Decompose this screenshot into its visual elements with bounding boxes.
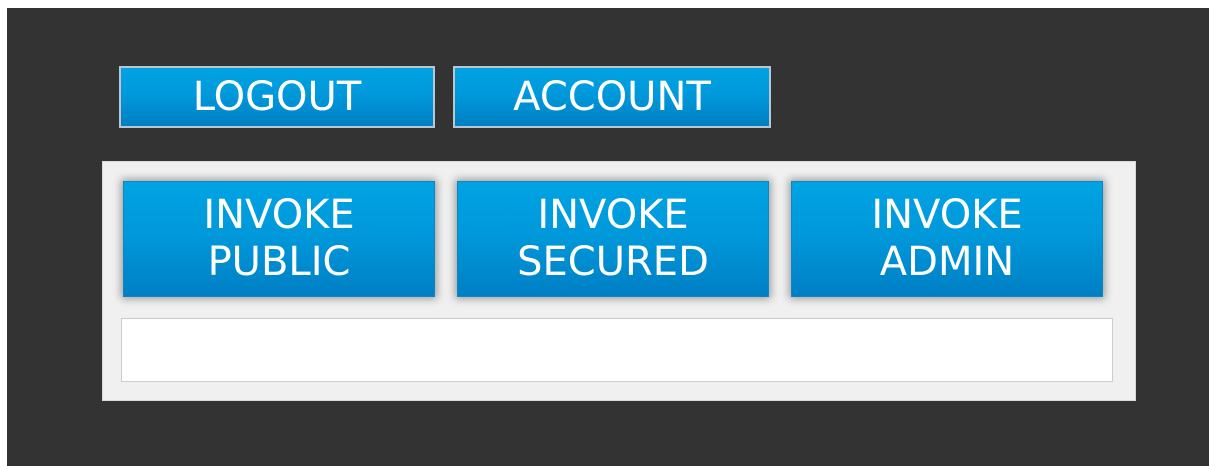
invoke-admin-line2: ADMIN <box>879 239 1015 285</box>
account-button[interactable]: ACCOUNT <box>453 66 771 128</box>
invoke-public-button[interactable]: INVOKE PUBLIC <box>123 181 435 297</box>
invoke-public-line1: INVOKE <box>203 192 355 238</box>
invoke-panel: INVOKE PUBLIC INVOKE SECURED INVOKE ADMI… <box>102 161 1136 401</box>
logout-button[interactable]: LOGOUT <box>119 66 435 128</box>
output-message-box <box>121 318 1113 382</box>
invoke-secured-button[interactable]: INVOKE SECURED <box>457 181 769 297</box>
app-screen: LOGOUT ACCOUNT INVOKE PUBLIC INVOKE SECU… <box>7 8 1209 466</box>
invoke-admin-button[interactable]: INVOKE ADMIN <box>791 181 1103 297</box>
invoke-secured-line1: INVOKE <box>537 192 689 238</box>
invoke-secured-line2: SECURED <box>517 239 709 285</box>
invoke-public-line2: PUBLIC <box>207 239 351 285</box>
invoke-admin-line1: INVOKE <box>871 192 1023 238</box>
